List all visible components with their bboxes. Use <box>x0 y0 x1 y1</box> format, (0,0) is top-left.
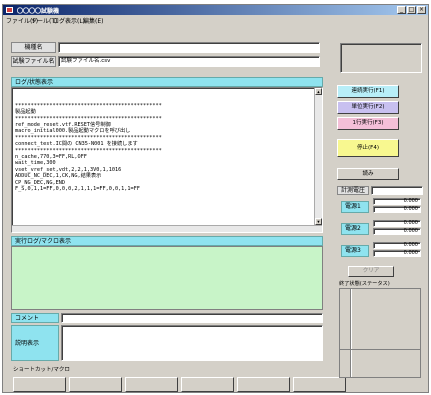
power3-label: 電源3 <box>341 245 369 257</box>
power2-value-2: 0.000 <box>373 228 421 235</box>
continuous-run-button[interactable]: 連続実行(F1) <box>337 85 399 98</box>
clear-button[interactable]: クリア <box>348 266 394 277</box>
close-button[interactable]: × <box>417 6 426 14</box>
test-file-label: 試験ファイル名 <box>11 56 56 67</box>
shortcut-label: ショートカット/マクロ <box>13 367 70 373</box>
power3-value-1: 0.000 <box>373 242 421 249</box>
menu-bar: ファイル(F) ツール(T) ログ表示(L) 編集(E) <box>3 15 428 25</box>
log-vscroll[interactable]: ▲ ▼ <box>314 88 322 232</box>
log-hscroll[interactable] <box>12 225 322 232</box>
test-file-field[interactable]: 試験ファイル名.csv <box>58 56 320 67</box>
single-line-run-button[interactable]: 1行実行(F3) <box>337 117 399 130</box>
measure-field <box>371 186 423 195</box>
power1-value-1: 0.000 <box>373 198 421 205</box>
window-title: 〇〇〇〇試験機 <box>17 8 60 15</box>
macro-display[interactable] <box>11 246 323 310</box>
explain-field[interactable] <box>61 325 323 361</box>
shortcut-slot-4[interactable] <box>181 377 234 392</box>
power2-value-1: 0.000 <box>373 220 421 227</box>
power1-value-2: 0.000 <box>373 206 421 213</box>
log-memo[interactable]: ****************************************… <box>11 87 323 233</box>
maximize-button[interactable]: □ <box>407 6 416 14</box>
menu-edit[interactable]: 編集(E) <box>83 16 103 25</box>
minimize-button[interactable]: _ <box>397 6 406 14</box>
unit-run-button[interactable]: 単位実行(F2) <box>337 101 399 114</box>
app-icon <box>6 7 13 13</box>
power1-label: 電源1 <box>341 201 369 213</box>
scroll-up-icon[interactable]: ▲ <box>315 88 322 95</box>
shortcut-slot-5[interactable] <box>237 377 290 392</box>
shortcut-slot-1[interactable] <box>13 377 66 392</box>
main-window: 〇〇〇〇試験機 _ □ × ファイル(F) ツール(T) ログ表示(L) 編集(… <box>2 4 429 393</box>
power3-value-2: 0.000 <box>373 250 421 257</box>
scroll-down-icon[interactable]: ▼ <box>315 218 322 225</box>
shortcut-slot-3[interactable] <box>125 377 178 392</box>
read-button[interactable]: 読み <box>337 168 399 180</box>
menu-log[interactable]: ログ表示(L) <box>53 16 85 25</box>
log-line: F_S,0,1,1=FF,0,0,0,2,1,1,1=FF,0,0,1,1=FF <box>15 186 140 193</box>
comment-field[interactable] <box>61 313 323 323</box>
history-label: 終了状態(ステータス) <box>339 281 390 287</box>
log-header: ログ/状態表示 <box>11 77 323 87</box>
macro-header: 実行ログ/マクロ表示 <box>11 236 323 246</box>
shortcut-slot-2[interactable] <box>69 377 122 392</box>
model-field[interactable] <box>58 42 320 53</box>
history-panel <box>339 288 421 378</box>
measure-label: 計測電圧 <box>337 186 369 195</box>
comment-label: コメント <box>11 313 59 323</box>
model-label: 機種名 <box>11 42 56 53</box>
power2-label: 電源2 <box>341 223 369 235</box>
status-display <box>340 43 422 73</box>
explain-label: 説明表示 <box>11 325 59 361</box>
log-lines: ****************************************… <box>15 103 319 193</box>
shortcut-slot-6[interactable] <box>293 377 346 392</box>
title-bar: 〇〇〇〇試験機 _ □ × <box>3 5 428 15</box>
stop-button[interactable]: 停止(F4) <box>337 139 399 157</box>
